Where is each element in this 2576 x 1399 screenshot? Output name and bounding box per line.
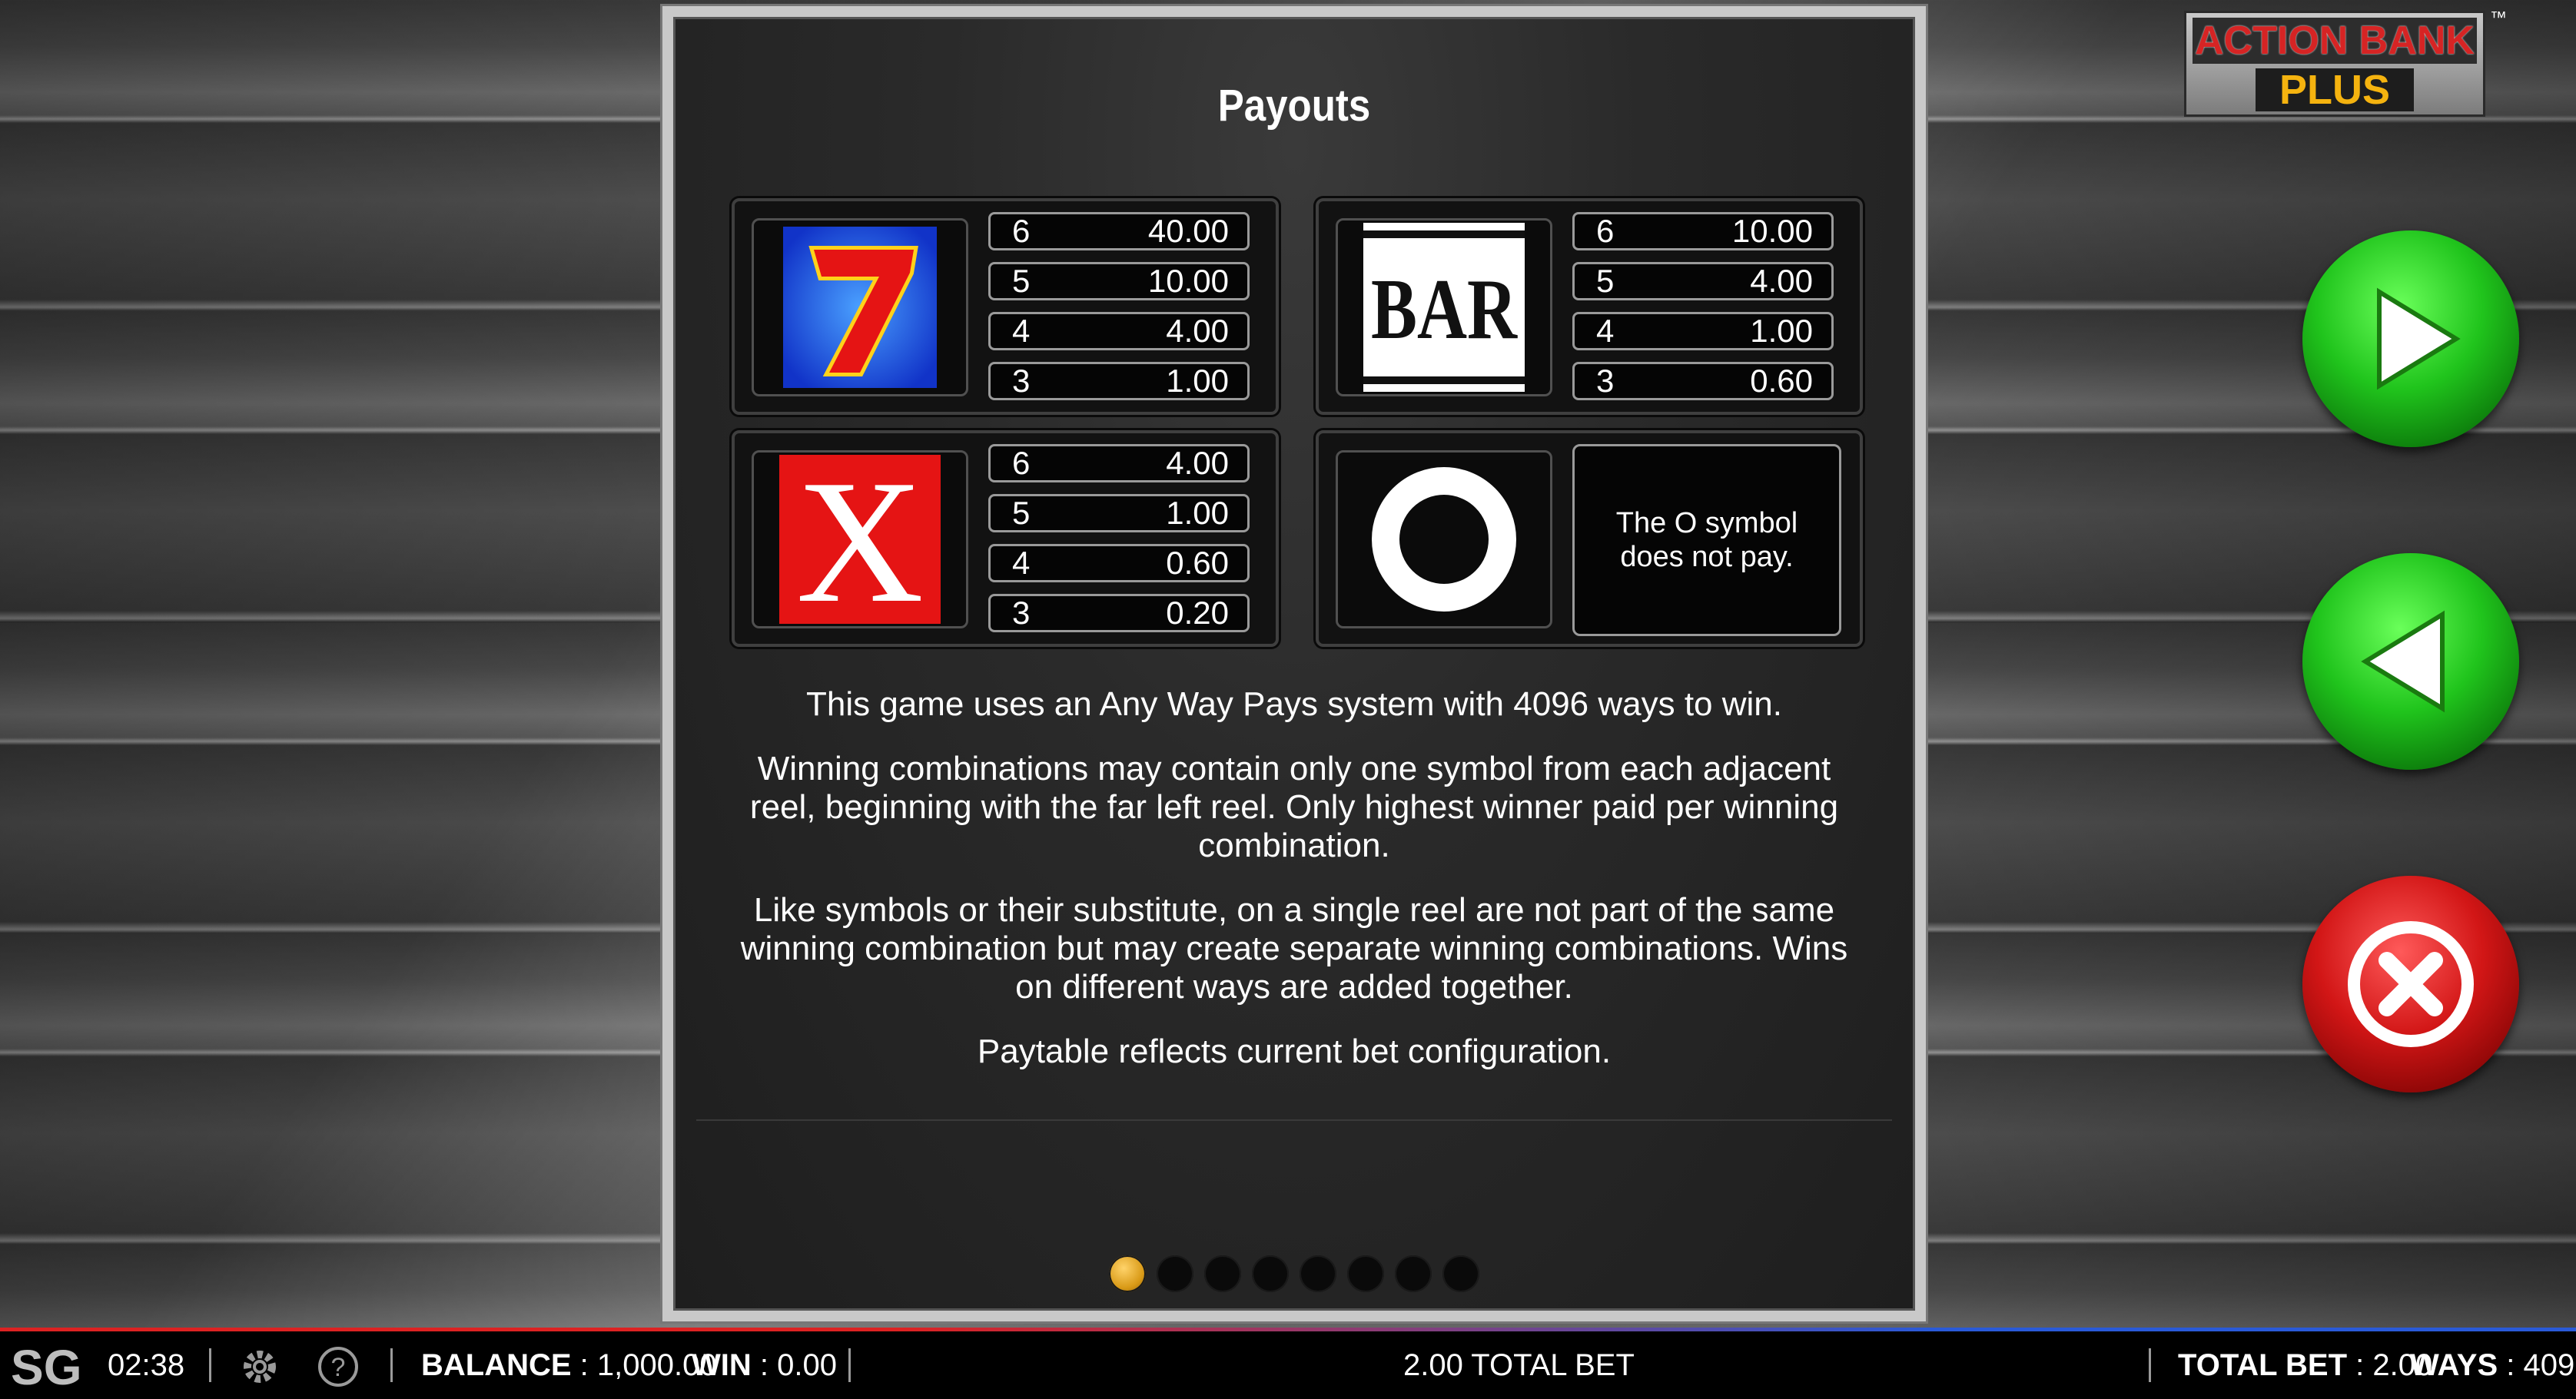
- payout-value: 10.00: [1731, 213, 1813, 249]
- next-page-button[interactable]: [2302, 230, 2519, 447]
- match-count: 4: [1596, 313, 1615, 349]
- ways-label: WAYS: [2410, 1348, 2498, 1382]
- separator: [848, 1348, 851, 1382]
- ways-value: 4096: [2523, 1348, 2576, 1382]
- clock: 02:38: [108, 1348, 185, 1382]
- close-button[interactable]: [2302, 876, 2519, 1092]
- match-count: 5: [1012, 263, 1031, 299]
- paytable-panel: Payouts 6 40.00 5 10.00 4 4.00 3 1.00 BA…: [662, 6, 1926, 1321]
- match-count: 3: [1596, 363, 1615, 399]
- no-pay-note-line1: The O symbol: [1615, 507, 1798, 539]
- payout-value: 0.60: [1750, 363, 1813, 399]
- rule-paragraph: Winning combinations may contain only on…: [749, 750, 1839, 864]
- brand-logo: SG: [11, 1340, 82, 1395]
- total-bet-center: 2.00 TOTAL BET: [1403, 1348, 1635, 1382]
- separator: [390, 1348, 393, 1382]
- play-left-icon: [2361, 610, 2445, 713]
- payout-row: 3 0.20: [988, 594, 1250, 632]
- payout-value: 1.00: [1750, 313, 1813, 349]
- payout-row: 4 1.00: [1572, 312, 1834, 350]
- ways-display: WAYS : 4096: [2410, 1348, 2576, 1383]
- logo-line2: PLUS: [2256, 68, 2414, 111]
- match-count: 6: [1596, 213, 1615, 249]
- separator: [209, 1348, 211, 1382]
- payout-value: 1.00: [1166, 363, 1229, 399]
- page-dot[interactable]: [1347, 1255, 1384, 1292]
- payout-row: 5 1.00: [988, 494, 1250, 532]
- logo-line1: ACTION BANK: [2193, 18, 2477, 64]
- payout-card-bar: BAR 6 10.00 5 4.00 4 1.00 3 0.60: [1316, 198, 1863, 415]
- payout-value: 10.00: [1147, 263, 1229, 299]
- payout-row: 6 4.00: [988, 444, 1250, 482]
- help-icon[interactable]: ?: [317, 1345, 360, 1396]
- match-count: 5: [1596, 263, 1615, 299]
- game-logo: ACTION BANK PLUS: [2184, 11, 2485, 117]
- rules-text: This game uses an Any Way Pays system wi…: [719, 685, 1869, 1097]
- previous-page-button[interactable]: [2302, 553, 2519, 770]
- win-display: WIN : 0.00: [692, 1348, 837, 1382]
- o-symbol-icon: [1336, 450, 1552, 628]
- page-dot[interactable]: [1442, 1255, 1479, 1292]
- payout-value: 4.00: [1166, 445, 1229, 481]
- balance-display: BALANCE : 1,000.00: [421, 1348, 717, 1382]
- payout-row: 5 4.00: [1572, 262, 1834, 300]
- payout-row: 3 1.00: [988, 362, 1250, 400]
- payout-value: 0.60: [1166, 545, 1229, 581]
- svg-text:?: ?: [331, 1353, 346, 1382]
- payout-row: 4 0.60: [988, 544, 1250, 582]
- payout-row: 5 10.00: [988, 262, 1250, 300]
- payout-card-o: The O symbol does not pay.: [1316, 430, 1863, 647]
- svg-text:BAR: BAR: [1371, 262, 1518, 357]
- page-dot-active[interactable]: [1109, 1255, 1146, 1292]
- bar-symbol-icon: BAR: [1336, 218, 1552, 396]
- payout-value: 0.20: [1166, 595, 1229, 631]
- page-dot[interactable]: [1204, 1255, 1241, 1292]
- page-title: Payouts: [1217, 81, 1371, 131]
- payout-card-seven: 6 40.00 5 10.00 4 4.00 3 1.00: [732, 198, 1279, 415]
- total-bet-label: TOTAL BET: [2178, 1348, 2347, 1382]
- win-value: 0.00: [777, 1348, 837, 1382]
- match-count: 5: [1012, 495, 1031, 531]
- status-bar: SG 02:38 ? BALANCE : 1,000.00 WIN : 0.00…: [0, 1328, 2576, 1399]
- rule-paragraph: Like symbols or their substitute, on a s…: [740, 891, 1848, 1006]
- match-count: 3: [1012, 363, 1031, 399]
- rule-paragraph: Paytable reflects current bet configurat…: [977, 1033, 1612, 1070]
- payout-row: 3 0.60: [1572, 362, 1834, 400]
- page-indicator: [673, 1255, 1915, 1292]
- balance-label: BALANCE: [421, 1348, 572, 1382]
- payout-row: 6 10.00: [1572, 212, 1834, 250]
- page-dot[interactable]: [1300, 1255, 1336, 1292]
- close-x-icon: [2348, 921, 2474, 1047]
- payout-value: 40.00: [1147, 213, 1229, 249]
- trademark-mark: ™: [2490, 8, 2507, 27]
- match-count: 4: [1012, 313, 1031, 349]
- payout-row: 4 4.00: [988, 312, 1250, 350]
- payout-value: 1.00: [1166, 495, 1229, 531]
- gear-icon[interactable]: [238, 1345, 281, 1396]
- x-symbol-icon: X: [752, 450, 968, 628]
- seven-symbol-icon: [752, 218, 968, 396]
- no-pay-note: The O symbol does not pay.: [1572, 444, 1841, 636]
- payout-row: 6 40.00: [988, 212, 1250, 250]
- page-dot[interactable]: [1395, 1255, 1432, 1292]
- match-count: 6: [1012, 445, 1031, 481]
- payout-value: 4.00: [1750, 263, 1813, 299]
- page-dot[interactable]: [1157, 1255, 1193, 1292]
- total-bet-display: TOTAL BET : 2.00: [2178, 1348, 2433, 1382]
- win-label: WIN: [692, 1348, 752, 1382]
- divider: [696, 1119, 1892, 1121]
- match-count: 4: [1012, 545, 1031, 581]
- rule-paragraph: This game uses an Any Way Pays system wi…: [805, 685, 1782, 723]
- match-count: 3: [1012, 595, 1031, 631]
- page-dot[interactable]: [1252, 1255, 1289, 1292]
- payout-card-x: X 6 4.00 5 1.00 4 0.60 3 0.20: [732, 430, 1279, 647]
- separator: [2149, 1348, 2151, 1382]
- payout-value: 4.00: [1166, 313, 1229, 349]
- match-count: 6: [1012, 213, 1031, 249]
- svg-text:X: X: [796, 455, 924, 624]
- play-right-icon: [2377, 287, 2461, 390]
- no-pay-note-line2: does not pay.: [1620, 541, 1794, 573]
